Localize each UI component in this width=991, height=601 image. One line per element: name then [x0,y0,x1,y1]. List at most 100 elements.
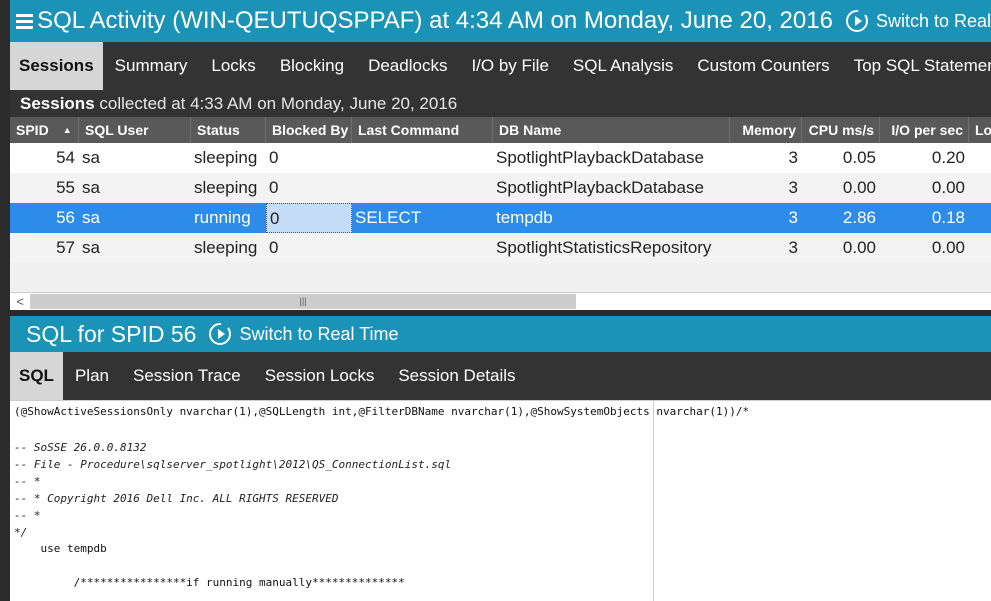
cell-last-command[interactable] [352,173,493,203]
scrollbar-thumb[interactable]: ||| [30,294,576,309]
column-header-io-per-sec[interactable]: I/O per sec [880,117,969,143]
cell-last-command[interactable] [352,143,493,173]
cell-io-per-sec[interactable]: 0.00 [880,173,969,203]
column-header-blocked-by[interactable]: Blocked By [266,117,352,143]
cell-cpu[interactable]: 2.86 [802,203,880,233]
code-line: /****************if running manually****… [14,576,405,589]
code-line: -- File - Procedure\sqlserver_spotlight\… [14,458,452,471]
code-line: -- * Copyright 2016 Dell Inc. ALL RIGHTS… [14,492,339,505]
cell-io-per-sec[interactable]: 0.20 [880,143,969,173]
left-edge [0,0,10,601]
cell-status[interactable]: sleeping [191,143,266,173]
tab-io-by-file[interactable]: I/O by File [459,42,560,90]
info-sessions-label: Sessions [20,93,95,113]
cell-status[interactable]: running [191,203,266,233]
tab-locks[interactable]: Locks [199,42,267,90]
cell-blocked-by[interactable]: 0 [266,203,352,233]
code-line: -- * [14,475,41,488]
cell-memory[interactable]: 3 [730,233,802,263]
tab-session-trace[interactable]: Session Trace [121,352,253,400]
table-row[interactable]: 54 sa sleeping 0 SpotlightPlaybackDatabase 3 0… [10,143,991,173]
code-divider [653,401,654,601]
grid-header-row: SPID ▲ SQL User Status Blocked By Last Co… [10,117,991,143]
sql-panel-header: SQL for SPID 56 Switch to Real Time [10,316,991,352]
column-header-spid[interactable]: SPID ▲ [10,117,79,143]
code-line: (@ShowActiveSessionsOnly nvarchar(1),@SQ… [14,405,750,418]
sql-panel-title: SQL for SPID 56 [26,320,197,347]
cell-blocked-by[interactable]: 0 [266,233,352,263]
title-bar: SQL Activity (WIN-QEUTUQSPPAF) at 4:34 A… [10,0,991,42]
column-header-spid-label: SPID [16,122,49,138]
cell-memory[interactable]: 3 [730,143,802,173]
cell-spid[interactable]: 55 [10,173,79,203]
realtime-play-icon [209,323,232,345]
cell-sql-user[interactable]: sa [79,173,191,203]
sort-ascending-icon: ▲ [62,125,72,135]
column-header-db-name[interactable]: DB Name [493,117,730,143]
cell-status[interactable]: sleeping [191,173,266,203]
table-row[interactable]: 57 sa sleeping 0 SpotlightStatisticsReposito… [10,233,991,263]
table-row[interactable]: 55 sa sleeping 0 SpotlightPlaybackDatabase 3 0… [10,173,991,203]
switch-to-realtime-button[interactable]: Switch to Real [845,9,991,33]
cell-io-per-sec[interactable]: 0.00 [880,233,969,263]
table-row[interactable]: 56 sa running 0 SELECT tempdb 3 2.86 0.18 [10,203,991,233]
sessions-grid: SPID ▲ SQL User Status Blocked By Last Co… [10,117,991,292]
cell-cpu[interactable]: 0.00 [802,233,880,263]
info-collected-text: collected at 4:33 AM on Monday, June 20,… [94,93,458,113]
cell-memory[interactable]: 3 [730,173,802,203]
cell-cpu[interactable]: 0.05 [802,143,880,173]
cell-sql-user[interactable]: sa [79,233,191,263]
code-line: -- * [14,509,41,522]
sql-switch-to-realtime-button[interactable]: Switch to Real Time [208,322,399,346]
tab-session-details[interactable]: Session Details [386,352,527,400]
sql-panel-tabs: SQL Plan Session Trace Session Locks Ses… [10,352,991,400]
cell-spid[interactable]: 57 [10,233,79,263]
spotlight-app: SQL Activity (WIN-QEUTUQSPPAF) at 4:34 A… [10,0,991,601]
column-header-cpu[interactable]: CPU ms/s [802,117,880,143]
tab-top-sql-statements[interactable]: Top SQL Statements [842,42,991,90]
cell-blocked-by[interactable]: 0 [266,173,352,203]
tab-custom-counters[interactable]: Custom Counters [685,42,841,90]
collection-info: Sessions collected at 4:33 AM on Monday,… [10,90,991,117]
scroll-left-arrow-icon[interactable]: < [10,293,30,310]
tab-session-locks[interactable]: Session Locks [253,352,387,400]
tab-blocking[interactable]: Blocking [268,42,356,90]
column-header-status[interactable]: Status [191,117,266,143]
horizontal-scrollbar[interactable]: < ||| [10,292,991,310]
column-header-last-command[interactable]: Last Command [352,117,493,143]
switch-to-realtime-label: Switch to Real [875,10,991,31]
cell-spid[interactable]: 54 [10,143,79,173]
cell-sql-user[interactable]: sa [79,143,191,173]
cell-blocked-by[interactable]: 0 [266,143,352,173]
cell-status[interactable]: sleeping [191,233,266,263]
cell-memory[interactable]: 3 [730,203,802,233]
realtime-play-icon [845,10,868,32]
sql-code-view[interactable]: (@ShowActiveSessionsOnly nvarchar(1),@SQ… [10,400,991,601]
column-header-sql-user[interactable]: SQL User [79,117,191,143]
code-line: */ [14,526,28,539]
cell-db-name[interactable]: tempdb [493,203,730,233]
tab-summary[interactable]: Summary [103,42,200,90]
column-header-memory[interactable]: Memory [730,117,802,143]
tab-sql-analysis[interactable]: SQL Analysis [561,42,685,90]
tab-sessions[interactable]: Sessions [10,42,103,90]
tab-plan[interactable]: Plan [63,352,121,400]
cell-last-command[interactable] [352,233,493,263]
cell-io-per-sec[interactable]: 0.18 [880,203,969,233]
tab-deadlocks[interactable]: Deadlocks [356,42,459,90]
main-tabs: Sessions Summary Locks Blocking Deadlock… [10,42,991,90]
sql-switch-to-realtime-label: Switch to Real Time [239,323,399,344]
page-title: SQL Activity (WIN-QEUTUQSPPAF) at 4:34 A… [37,7,833,34]
cell-db-name[interactable]: SpotlightPlaybackDatabase [493,173,730,203]
tab-sql[interactable]: SQL [10,352,63,400]
cell-cpu[interactable]: 0.00 [802,173,880,203]
cell-last-command[interactable]: SELECT [352,203,493,233]
code-line: use tempdb [14,542,107,555]
hamburger-menu-icon[interactable] [16,13,33,29]
column-header-lo[interactable]: Lo [969,117,991,143]
code-line: -- SoSSE 26.0.0.8132 [14,441,147,454]
cell-db-name[interactable]: SpotlightPlaybackDatabase [493,143,730,173]
cell-db-name[interactable]: SpotlightStatisticsRepository [493,233,730,263]
cell-sql-user[interactable]: sa [79,203,191,233]
cell-spid[interactable]: 56 [10,203,79,233]
